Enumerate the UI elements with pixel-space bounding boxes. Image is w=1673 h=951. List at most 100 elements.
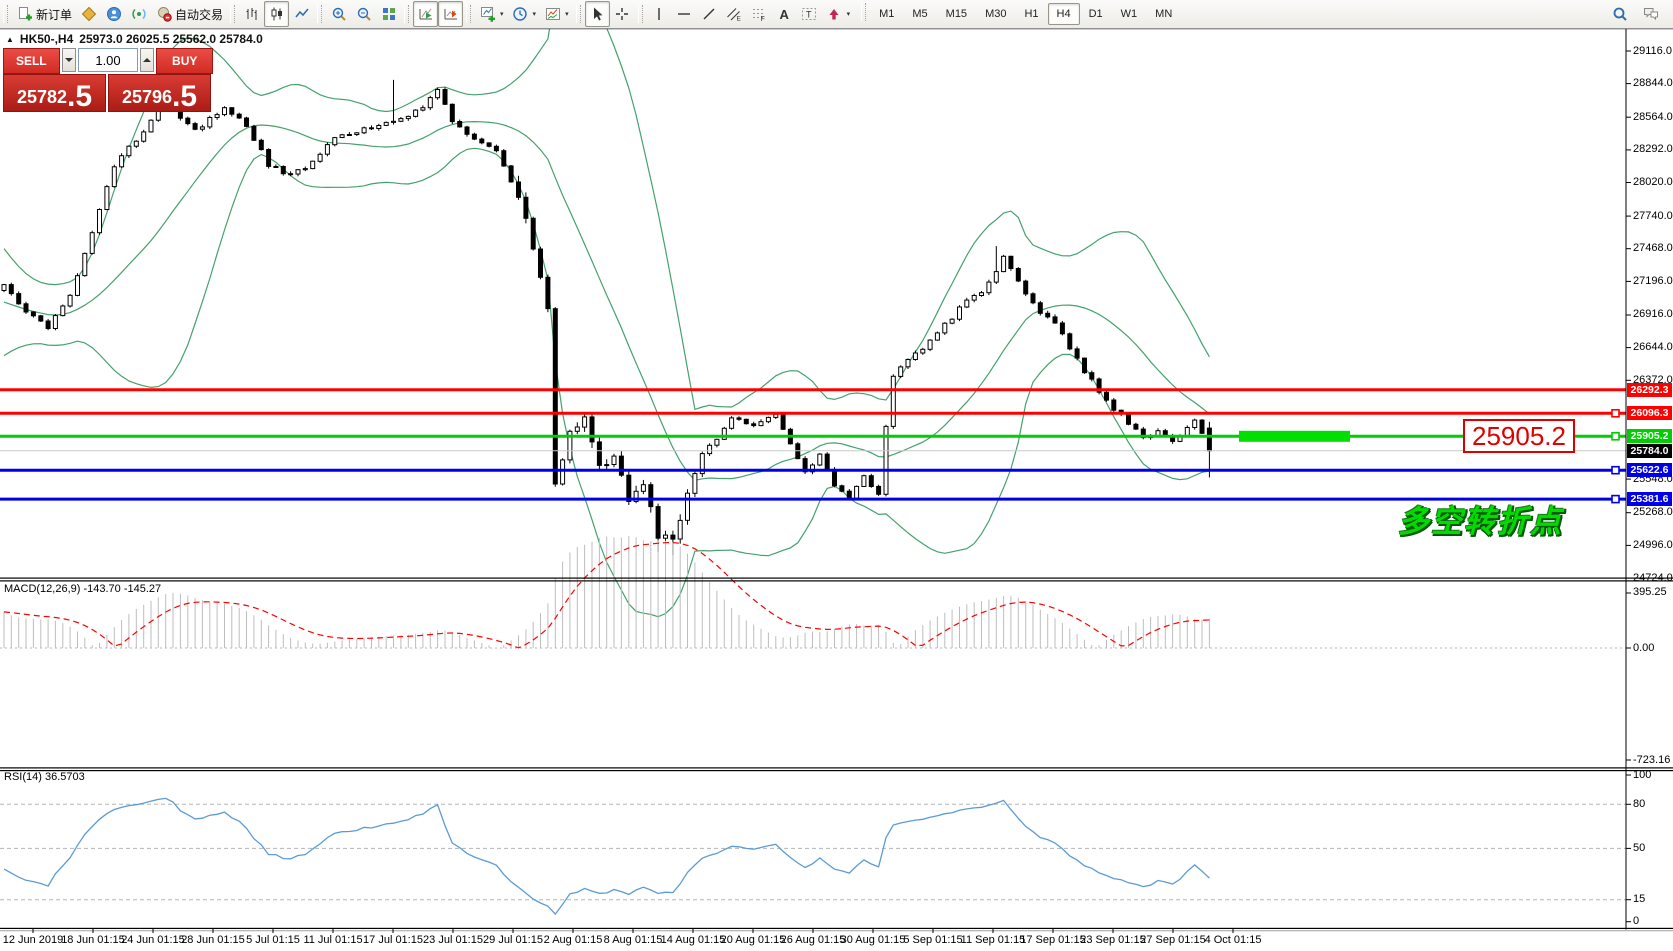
autotrading-icon [155,6,172,23]
dropdown-arrow-icon: ▾ [500,11,504,18]
one-click-trading-panel: SELL BUY 25782.5 25796.5 [3,48,213,112]
buy-price-display[interactable]: 25796.5 [108,74,211,112]
bar-chart-button[interactable] [239,1,264,27]
new-order-button[interactable]: 新订单 [12,1,76,27]
zoom-out-button[interactable] [351,1,376,27]
indicators-button[interactable]: ▾ [475,1,508,27]
timeframe-m30[interactable]: M30 [976,3,1015,25]
metaeditor-button[interactable] [76,1,101,27]
collapse-icon[interactable]: ▲ [6,35,14,44]
autotrading-button[interactable]: 自动交易 [151,1,227,27]
mql5-icon [105,6,122,23]
mql5-community-button[interactable] [101,1,126,27]
mt4-window: 新订单 自动交易 ▾ ▾ ▾ E F A T ▾ M1 M5 M15 M30 H1 H4 D1 W1 MN 291… [0,0,1673,951]
channel-icon: E [726,6,743,23]
text-label-button[interactable]: T [797,1,822,27]
toolbar-groups: 新订单 自动交易 ▾ ▾ ▾ E F A T ▾ [0,0,854,28]
symbol-period-label: HK50-,H4 [19,32,74,46]
zoom-out-icon [355,6,372,23]
templates-button[interactable]: ▾ [540,1,573,27]
chart-shift-button[interactable] [438,1,464,27]
toolbar-separator [317,5,323,23]
cursor-button[interactable] [584,1,610,27]
toolbar-button-label: 新订单 [36,7,73,22]
toolbar-right [1607,1,1663,27]
candlestick-button[interactable] [264,1,290,27]
svg-text:A: A [780,7,790,22]
horizontal-line-button[interactable] [672,1,697,27]
buy-button[interactable]: BUY [156,48,213,74]
auto-scroll-icon [417,6,434,23]
rsi-line [3,797,1210,916]
svg-text:E: E [737,16,742,23]
metaeditor-icon [80,6,97,23]
cn-text-annotation[interactable]: 多空转折点 [1398,496,1563,541]
timeframe-m1[interactable]: M1 [870,3,903,25]
bar-chart-icon [243,6,260,23]
signals-icon [130,6,147,23]
triangle-down-icon [64,58,73,66]
price-callout-annotation[interactable]: 25905.2 [1463,419,1575,453]
line-chart-button[interactable] [289,1,314,27]
volume-input[interactable] [78,48,138,72]
hline-icon [676,6,693,23]
crosshair-icon [614,6,631,23]
equidistant-channel-button[interactable]: E [722,1,747,27]
macd-label: MACD(12,26,9) -143.70 -145.27 [4,583,162,595]
timeframe-h1[interactable]: H1 [1015,3,1047,25]
toolbar-separator [861,3,867,21]
vline-icon [651,6,668,23]
vertical-line-button[interactable] [647,1,672,27]
arrows-icon [826,6,843,23]
candles [1,79,1212,556]
auto-scroll-button[interactable] [413,1,439,27]
chart-window[interactable]: 29116.0 28844.0 28564.0 28292.0 28020.0 27740… [0,28,1673,951]
volume-increase-button[interactable] [140,48,155,72]
chat-button[interactable] [1638,1,1663,27]
periods-icon [512,6,529,23]
timeframe-m5[interactable]: M5 [903,3,936,25]
tile-windows-icon [380,6,397,23]
timeframe-d1[interactable]: D1 [1080,3,1112,25]
horizontal-price-lines[interactable] [0,388,1626,504]
search-button[interactable] [1607,1,1632,27]
line-chart-icon [293,6,310,23]
timeframe-m15[interactable]: M15 [937,3,976,25]
volume-decrease-button[interactable] [61,48,76,72]
timeframe-mn[interactable]: MN [1146,3,1181,25]
new-order-icon [16,6,33,23]
highlight-zone[interactable] [1239,430,1350,442]
label-icon: T [801,6,818,23]
signals-button[interactable] [126,1,151,27]
text-button[interactable]: A [772,1,797,27]
timeframe-w1[interactable]: W1 [1112,3,1147,25]
ohlc-values: 25973.0 26025.5 25562.0 25784.0 [79,32,263,46]
chart-canvas[interactable] [0,28,1673,951]
periods-button[interactable]: ▾ [508,1,541,27]
toolbar-separator [404,5,410,23]
svg-text:F: F [761,16,765,22]
macd-histogram [3,536,1210,648]
toolbar-separator [466,5,472,23]
toolbar-button-label: 自动交易 [175,7,224,22]
zoom-in-icon [330,6,347,23]
sell-button[interactable]: SELL [3,48,60,74]
tile-windows-button[interactable] [376,1,401,27]
text-icon: A [776,6,793,23]
fibonacci-button[interactable]: F [747,1,772,27]
cursor-icon [589,6,606,23]
chart-header: ▲ HK50-,H4 25973.0 26025.5 25562.0 25784… [6,32,263,46]
timeframe-h4[interactable]: H4 [1047,3,1080,25]
trendline-icon [701,6,718,23]
sell-price-display[interactable]: 25782.5 [3,74,106,112]
triangle-up-icon [143,54,152,62]
arrows-button[interactable]: ▾ [822,1,855,27]
buy-price-main: 25796 [121,87,173,107]
sell-price-fraction: .5 [67,79,93,113]
trendline-button[interactable] [697,1,722,27]
indicators-icon [479,6,496,23]
crosshair-button[interactable] [610,1,635,27]
chat-icon [1642,6,1659,23]
toolbar: 新订单 自动交易 ▾ ▾ ▾ E F A T ▾ M1 M5 M15 M30 H1 H4 D1 W1 MN [0,0,1673,29]
zoom-in-button[interactable] [326,1,351,27]
